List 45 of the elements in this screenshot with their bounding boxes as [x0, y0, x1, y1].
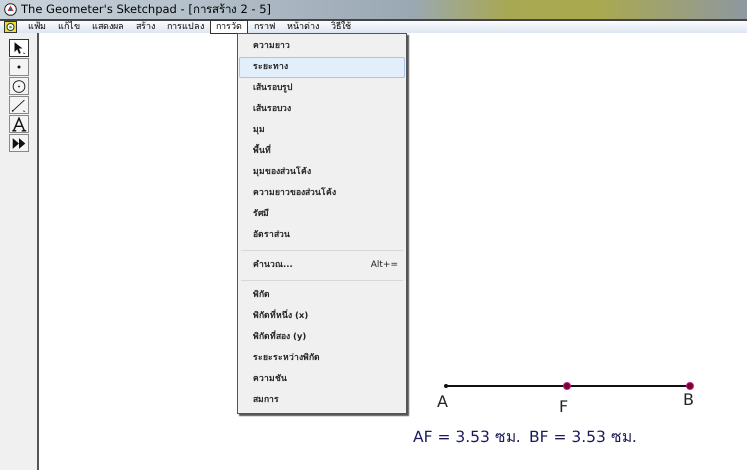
menu-option[interactable]: ความยาวของส่วนโค้ง [239, 183, 405, 204]
menu-option[interactable]: มุม [239, 120, 405, 141]
window-title: The Geometer's Sketchpad - [การสร้าง 2 - 5] [21, 0, 272, 18]
point [563, 382, 571, 390]
menu-option[interactable]: เส้นรอบวง [239, 99, 405, 120]
menu-option[interactable]: พื้นที่ [239, 141, 405, 162]
tool-button[interactable] [8, 77, 28, 95]
tool-button[interactable] [8, 39, 28, 57]
circle-icon [10, 78, 28, 94]
menu-item[interactable]: แฟ้ม [22, 20, 52, 34]
point [686, 382, 694, 390]
menu-option[interactable]: รัศมี [239, 204, 405, 225]
tool-button[interactable] [8, 134, 28, 152]
menu-item[interactable]: การแปลง [161, 20, 210, 34]
tool-button[interactable] [8, 115, 28, 133]
measurement-text: BF = 3.53 ซม. [529, 427, 637, 448]
letter-icon [10, 116, 28, 132]
menu-option[interactable]: พิกัดที่หนึ่ง (x) [239, 306, 405, 327]
app-icon [4, 3, 17, 16]
doc-icon [4, 21, 17, 33]
menu-option[interactable]: สมการ [239, 390, 405, 411]
menu-item[interactable]: แสดงผล [86, 20, 130, 34]
menu-option[interactable]: พิกัดที่สอง (y) [239, 327, 405, 348]
point-label: F [559, 396, 568, 418]
menu-item[interactable]: การวัด [210, 20, 248, 34]
point-label: B [683, 389, 694, 411]
menu-item[interactable]: แก้ไข [52, 20, 86, 34]
menu-option[interactable]: พิกัด [239, 285, 405, 306]
menu-item[interactable]: สร้าง [130, 20, 161, 34]
measurement-text: AF = 3.53 ซม. [413, 427, 521, 448]
menu-option[interactable]: เส้นรอบรูป [239, 78, 405, 99]
menu-option[interactable]: ระยะระหว่างพิกัด [239, 348, 405, 369]
menu-option[interactable]: ระยะทาง [239, 57, 405, 78]
menu-item[interactable]: วิธีใช้ [325, 20, 357, 34]
menu-option[interactable]: ความยาว [239, 36, 405, 57]
menu-item[interactable]: หน้าต่าง [281, 20, 325, 34]
menu-option[interactable]: มุมของส่วนโค้ง [239, 162, 405, 183]
point [444, 384, 448, 388]
menu-option[interactable]: คำนวณ... Alt+= [239, 255, 405, 276]
menu-option[interactable]: ความชัน [239, 369, 405, 390]
point-label: A [437, 391, 448, 413]
point-icon [16, 65, 20, 69]
menu-option[interactable]: อัตราส่วน [239, 225, 405, 246]
tool-button[interactable] [8, 96, 28, 114]
menu-item[interactable]: กราฟ [248, 20, 281, 34]
